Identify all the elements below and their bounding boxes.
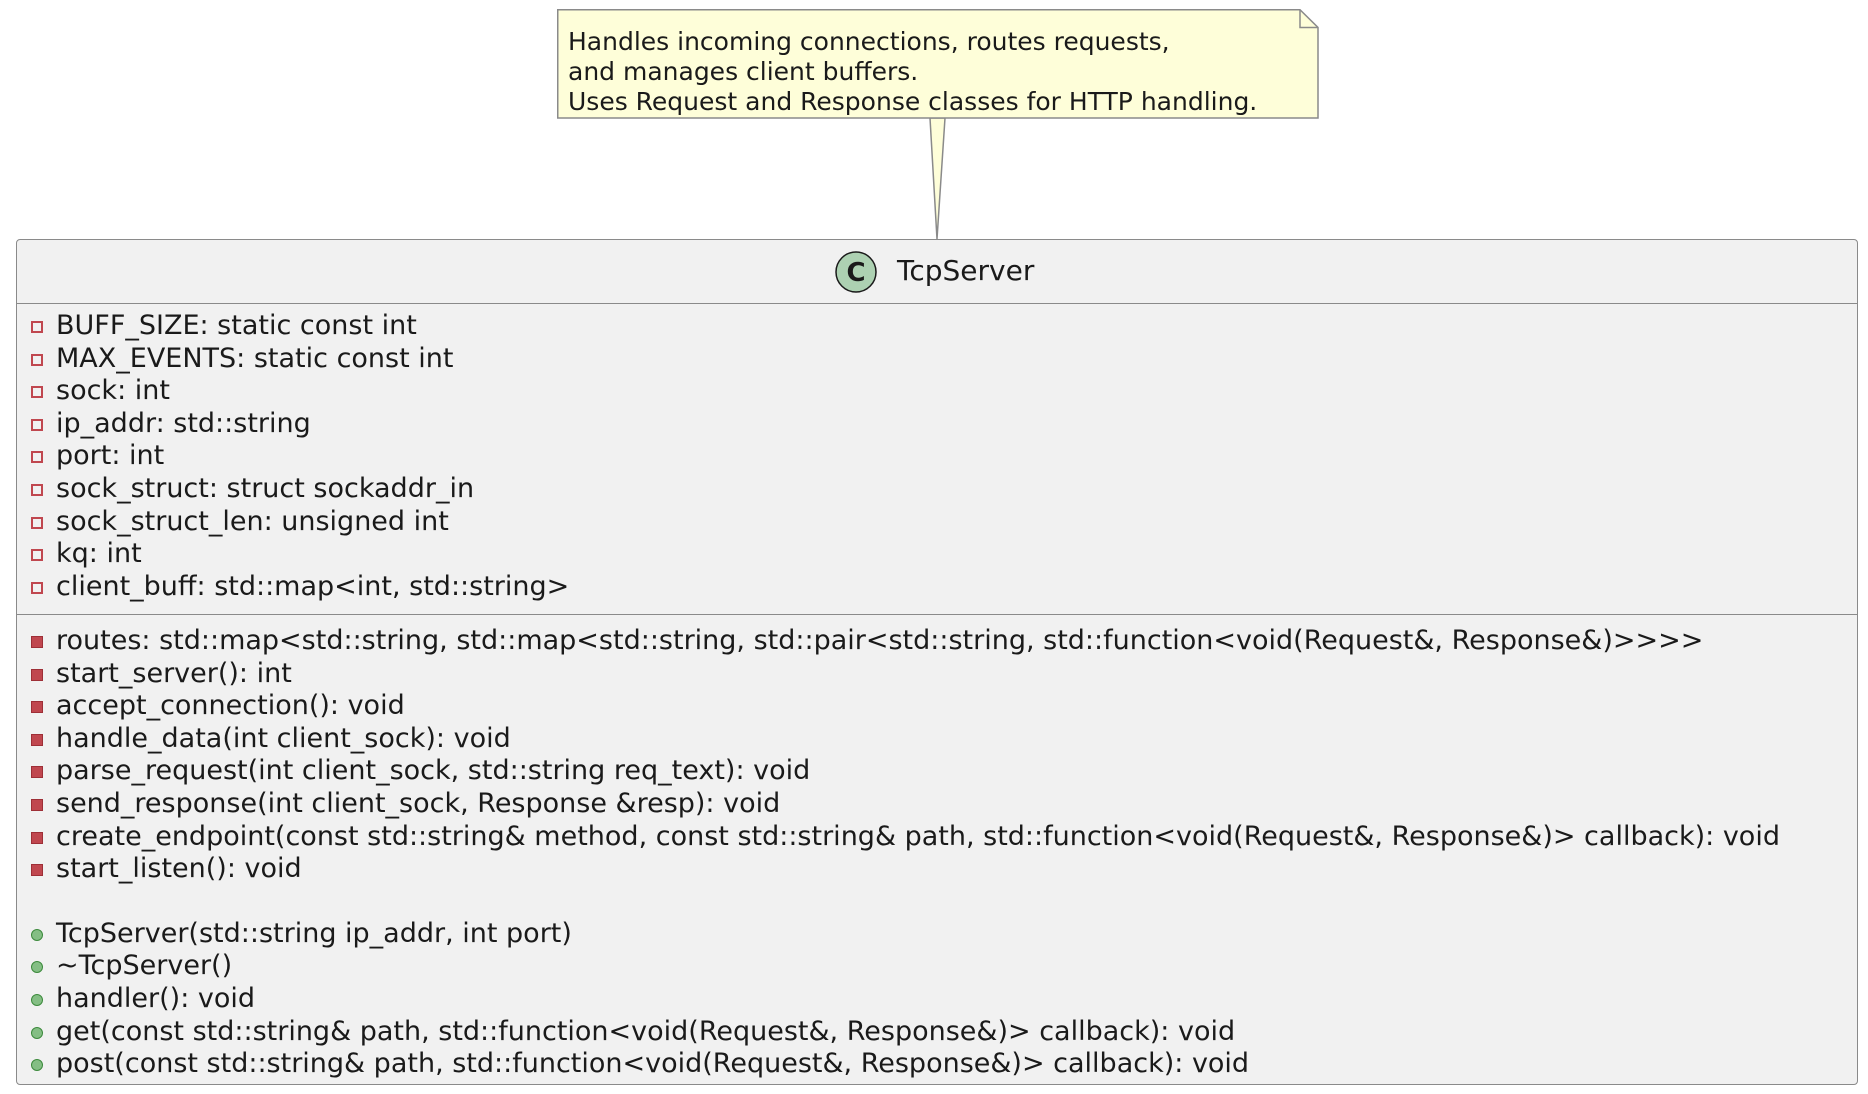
class-box-tcpserver: C TcpServer BUFF_SIZE: static const int … [16,239,1858,1085]
field-row: sock_struct: struct sockaddr_in [17,473,1857,506]
private-field-icon [31,418,43,431]
note-text: Handles incoming connections, routes req… [568,27,1257,117]
private-method-icon [31,798,43,811]
field-row: ip_addr: std::string [17,408,1857,441]
public-method-icon [31,928,43,941]
private-field-icon [31,549,43,562]
private-method-icon [31,766,43,779]
field-row: port: int [17,440,1857,473]
fields-section: BUFF_SIZE: static const int MAX_EVENTS: … [17,304,1857,615]
class-note: Handles incoming connections, routes req… [557,9,1319,119]
private-field-icon [31,516,43,529]
private-field-icon [31,581,43,594]
public-method-icon [31,961,43,974]
method-row: handle_data(int client_sock): void [17,723,1857,756]
public-method-icon [31,1026,43,1039]
private-field-icon [31,483,43,496]
public-method-icon [31,1059,43,1072]
field-row: sock: int [17,375,1857,408]
method-row: post(const std::string& path, std::funct… [17,1048,1857,1081]
methods-section: routes: std::map<std::string, std::map<s… [17,615,1857,1081]
method-row: create_endpoint(const std::string& metho… [17,821,1857,854]
svg-text:C: C [846,258,865,288]
method-row: start_listen(): void [17,853,1857,886]
field-row: client_buff: std::map<int, std::string> [17,571,1857,604]
class-stereotype-icon: C [835,251,877,293]
private-field-icon [31,353,43,366]
private-method-icon [31,636,43,648]
note-line: Uses Request and Response classes for HT… [568,87,1258,116]
method-row: ~TcpServer() [17,950,1857,983]
note-line: Handles incoming connections, routes req… [568,27,1170,56]
private-method-icon [31,864,43,877]
private-method-icon [31,668,43,681]
private-field-icon [31,451,43,464]
note-line: and manages client buffers. [568,57,919,86]
private-method-icon [31,701,43,714]
field-row: BUFF_SIZE: static const int [17,310,1857,343]
field-row: MAX_EVENTS: static const int [17,343,1857,376]
public-method-icon [31,993,43,1006]
field-row: kq: int [17,538,1857,571]
method-row: handler(): void [17,983,1857,1016]
method-group-spacer [17,886,1857,918]
private-method-icon [31,733,43,746]
method-row: start_server(): int [17,658,1857,691]
method-row: accept_connection(): void [17,690,1857,723]
method-row: TcpServer(std::string ip_addr, int port) [17,918,1857,951]
class-header: C TcpServer [17,240,1857,304]
private-method-icon [31,831,43,844]
private-field-icon [31,386,43,399]
private-field-icon [31,321,43,333]
method-row: parse_request(int client_sock, std::stri… [17,755,1857,788]
method-row: send_response(int client_sock, Response … [17,788,1857,821]
method-row: get(const std::string& path, std::functi… [17,1016,1857,1049]
method-row: routes: std::map<std::string, std::map<s… [17,625,1857,658]
class-name: TcpServer [897,254,1035,287]
field-row: sock_struct_len: unsigned int [17,506,1857,539]
